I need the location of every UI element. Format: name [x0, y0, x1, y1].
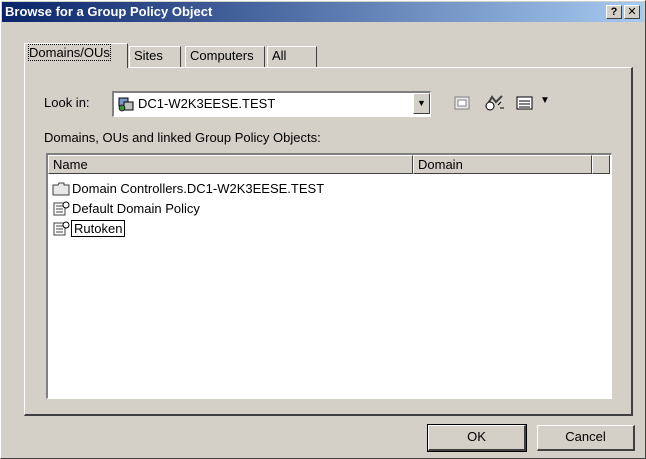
list-item-label: Domain Controllers.DC1-W2K3EESE.TEST — [72, 181, 325, 196]
list-item-label: Default Domain Policy — [72, 201, 200, 216]
gpo-list[interactable]: Name Domain Domain Controllers.DC1-W2K3E… — [46, 153, 612, 399]
look-in-label: Look in: — [44, 95, 90, 110]
cancel-button[interactable]: Cancel — [537, 425, 635, 451]
section-label: Domains, OUs and linked Group Policy Obj… — [44, 130, 321, 145]
tab-domains-ous[interactable]: Domains/OUs — [24, 43, 128, 68]
look-in-combobox[interactable]: DC1-W2K3EESE.TEST ▼ — [112, 91, 431, 117]
new-ou-icon[interactable] — [452, 93, 472, 113]
help-button[interactable]: ? — [606, 5, 622, 19]
close-button[interactable]: ✕ — [624, 5, 640, 19]
view-menu-arrow-icon[interactable]: ▼ — [540, 95, 550, 106]
ok-button[interactable]: OK — [427, 424, 527, 452]
column-header-filler — [592, 155, 610, 174]
title-bar[interactable]: Browse for a Group Policy Object ? ✕ — [2, 2, 644, 22]
look-in-value: DC1-W2K3EESE.TEST — [138, 96, 276, 111]
tab-computers[interactable]: Computers — [185, 46, 265, 67]
chevron-down-icon[interactable]: ▼ — [413, 93, 430, 114]
domain-icon — [118, 97, 134, 112]
dialog-title: Browse for a Group Policy Object — [5, 4, 213, 19]
folder-icon — [52, 182, 70, 196]
list-item-label-edit[interactable]: Rutoken — [71, 220, 126, 237]
gpo-icon — [53, 201, 70, 216]
view-list-icon[interactable] — [516, 93, 534, 113]
tab-sites[interactable]: Sites — [129, 46, 181, 67]
tab-all[interactable]: All — [267, 46, 317, 67]
column-header-domain[interactable]: Domain — [413, 155, 592, 174]
new-gpo-icon[interactable] — [482, 93, 506, 113]
gpo-icon — [53, 221, 70, 236]
column-header-name[interactable]: Name — [48, 155, 413, 174]
